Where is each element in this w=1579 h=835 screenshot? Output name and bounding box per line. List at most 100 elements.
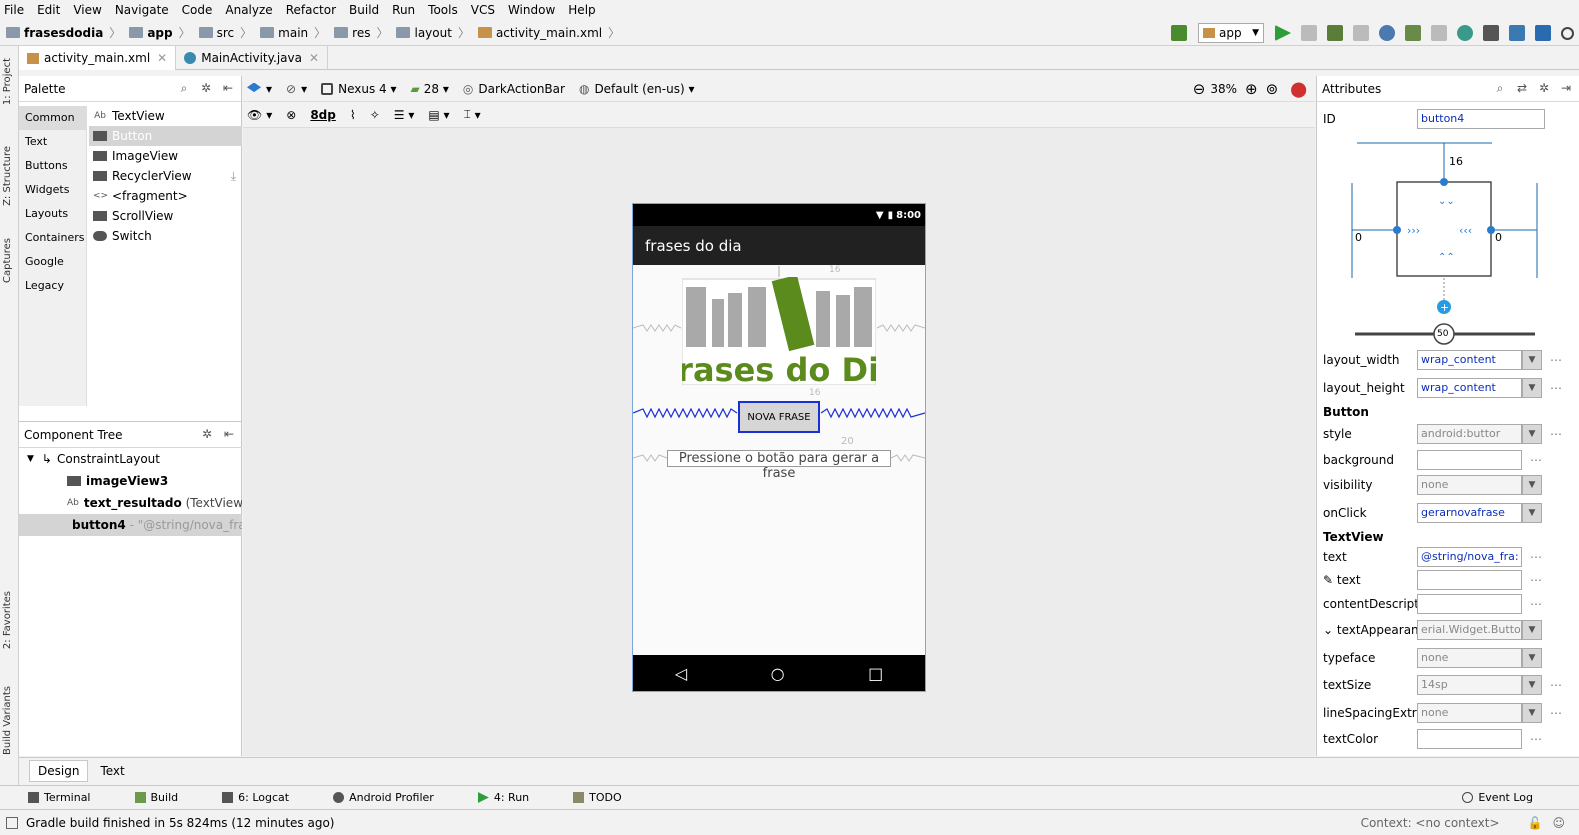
chevron-down-icon[interactable]: ▼ — [1522, 424, 1542, 444]
menu-navigate[interactable]: Navigate — [115, 3, 169, 17]
view-options-toggle[interactable]: 👁 ▾ — [247, 108, 272, 122]
hide-panel-icon[interactable]: ⇤ — [221, 81, 235, 95]
palette-item[interactable]: ImageView — [89, 146, 242, 166]
palette-category[interactable]: Common — [19, 106, 86, 130]
palette-item[interactable]: Button — [89, 126, 242, 146]
apply-changes-icon[interactable] — [1301, 25, 1317, 41]
menu-vcs[interactable]: VCS — [471, 3, 495, 17]
home-icon[interactable]: ○ — [771, 664, 785, 683]
event-log-button[interactable]: Event Log — [1462, 791, 1555, 804]
palette-category[interactable]: Widgets — [19, 178, 86, 202]
chevron-down-icon[interactable]: ▼ — [1522, 350, 1542, 370]
phone-preview[interactable]: ▼ ▮ 8:00 frases do dia 16 Frases do Dia — [632, 203, 926, 692]
orientation-toggle[interactable]: ⊘ ▾ — [286, 82, 307, 96]
sdk-manager-icon[interactable] — [1509, 25, 1525, 41]
close-icon[interactable]: ✕ — [309, 51, 319, 65]
project-structure-icon[interactable] — [1535, 25, 1551, 41]
make-project-icon[interactable] — [1171, 25, 1187, 41]
menu-code[interactable]: Code — [182, 3, 213, 17]
autoconnect-toggle[interactable]: ⊗ — [286, 108, 296, 122]
captures-tool-button[interactable]: Captures — [2, 238, 13, 283]
palette-item[interactable]: Ab TextView — [89, 106, 242, 126]
text-resultado-preview[interactable]: Pressione o botão para gerar a frase — [667, 450, 891, 481]
profiler-tool-button[interactable]: Android Profiler — [333, 791, 456, 804]
debug-icon[interactable] — [1327, 25, 1343, 41]
breadcrumb-file[interactable]: activity_main.xml 〉 — [477, 24, 620, 41]
locale-select[interactable]: ◍ Default (en-us) ▾ — [579, 82, 695, 96]
menu-edit[interactable]: Edit — [37, 3, 60, 17]
build-tool-button[interactable]: Build — [134, 791, 201, 804]
tab-design[interactable]: Design — [29, 760, 89, 782]
palette-category[interactable]: Buttons — [19, 154, 86, 178]
search-icon[interactable]: ⌕ — [177, 81, 191, 95]
right-margin-value[interactable]: 0 — [1495, 231, 1502, 244]
chevron-down-icon[interactable]: ▼ — [1522, 648, 1542, 668]
theme-select[interactable]: ◎ DarkActionBar — [463, 82, 565, 96]
menu-build[interactable]: Build — [349, 3, 379, 17]
palette-category[interactable]: Containers — [19, 226, 86, 250]
palette-category[interactable]: Text — [19, 130, 86, 154]
chevron-down-icon[interactable]: ▼ — [1522, 475, 1542, 495]
menu-view[interactable]: View — [73, 3, 101, 17]
breadcrumb-res[interactable]: res 〉 — [334, 24, 388, 41]
search-icon[interactable]: ⌕ — [1493, 81, 1507, 95]
recents-icon[interactable]: □ — [868, 664, 883, 683]
tab-activity-main[interactable]: activity_main.xml ✕ — [19, 46, 177, 70]
run-icon[interactable] — [1275, 25, 1291, 41]
build-variants-tool-button[interactable]: Build Variants — [2, 686, 13, 755]
palette-item[interactable]: Switch — [89, 226, 242, 246]
chevron-down-icon[interactable]: ▼ — [1522, 620, 1542, 640]
infer-constraints-button[interactable]: ✧ — [370, 108, 380, 122]
menu-tools[interactable]: Tools — [428, 3, 458, 17]
chevron-down-icon[interactable]: ▼ — [1522, 703, 1542, 723]
nova-frase-button[interactable]: NOVA FRASE — [738, 401, 820, 433]
menu-analyze[interactable]: Analyze — [225, 3, 272, 17]
stop-icon[interactable] — [1431, 25, 1447, 41]
device-select[interactable]: Nexus 4 ▾ — [321, 82, 397, 96]
swap-view-icon[interactable]: ⇄ — [1515, 81, 1529, 95]
chevron-down-icon[interactable]: ▼ — [1522, 503, 1542, 523]
error-icon[interactable]: ⬤ — [1290, 80, 1307, 98]
sync-gradle-icon[interactable] — [1457, 25, 1473, 41]
design-surface-toggle[interactable]: ▾ — [247, 82, 272, 96]
lock-icon[interactable]: 🔓 — [1528, 816, 1543, 830]
palette-item[interactable]: <> <fragment> — [89, 186, 242, 206]
palette-category[interactable]: Google — [19, 250, 86, 274]
coverage-icon[interactable] — [1353, 25, 1369, 41]
tree-node-constraintlayout[interactable]: ▼ ↳ ConstraintLayout — [19, 448, 242, 470]
guidelines-menu[interactable]: ⌶ ▾ — [464, 107, 481, 122]
todo-tool-button[interactable]: TODO — [573, 791, 644, 804]
download-icon[interactable]: ⤓ — [231, 166, 236, 186]
hide-panel-icon[interactable]: ⇥ — [1559, 81, 1573, 95]
search-icon[interactable] — [1561, 26, 1574, 40]
menu-refactor[interactable]: Refactor — [286, 3, 336, 17]
terminal-tool-button[interactable]: Terminal — [28, 791, 113, 804]
zoom-out-icon[interactable]: ⊖ — [1193, 80, 1206, 98]
constraint-widget[interactable]: ››› ‹‹‹ ⌄⌄ ⌃⌃ + — [1337, 138, 1567, 348]
status-message[interactable]: Gradle build finished in 5s 824ms (12 mi… — [26, 816, 335, 830]
zoom-fit-icon[interactable]: ⊚ — [1266, 80, 1279, 98]
gear-icon[interactable]: ✲ — [200, 427, 214, 441]
palette-item[interactable]: ScrollView — [89, 206, 242, 226]
api-level-select[interactable]: ▰ 28 ▾ — [411, 82, 449, 96]
tree-node-button4[interactable]: button4 - "@string/nova_fras — [19, 514, 242, 536]
run-tool-button[interactable]: 4: Run — [477, 791, 551, 804]
logcat-tool-button[interactable]: 6: Logcat — [222, 791, 311, 804]
hide-tool-windows-icon[interactable] — [6, 816, 18, 829]
inspector-icon[interactable]: ☺ — [1552, 816, 1565, 830]
breadcrumb-main[interactable]: main 〉 — [260, 24, 326, 41]
left-margin-value[interactable]: 0 — [1355, 231, 1362, 244]
close-icon[interactable]: ✕ — [157, 51, 167, 65]
favorites-tool-button[interactable]: 2: Favorites — [2, 591, 13, 649]
palette-category[interactable]: Legacy — [19, 274, 86, 298]
chevron-down-icon[interactable]: ▼ — [1522, 378, 1542, 398]
menu-run[interactable]: Run — [392, 3, 415, 17]
align-menu[interactable]: ▤ ▾ — [428, 108, 449, 122]
palette-item[interactable]: RecyclerView ⤓ — [89, 166, 242, 186]
breadcrumb-layout[interactable]: layout 〉 — [396, 24, 470, 41]
tab-text[interactable]: Text — [92, 761, 132, 781]
menu-help[interactable]: Help — [568, 3, 595, 17]
profile-icon[interactable] — [1379, 25, 1395, 41]
breadcrumb-src[interactable]: src 〉 — [198, 24, 252, 41]
project-tool-button[interactable]: 1: Project — [2, 58, 13, 105]
